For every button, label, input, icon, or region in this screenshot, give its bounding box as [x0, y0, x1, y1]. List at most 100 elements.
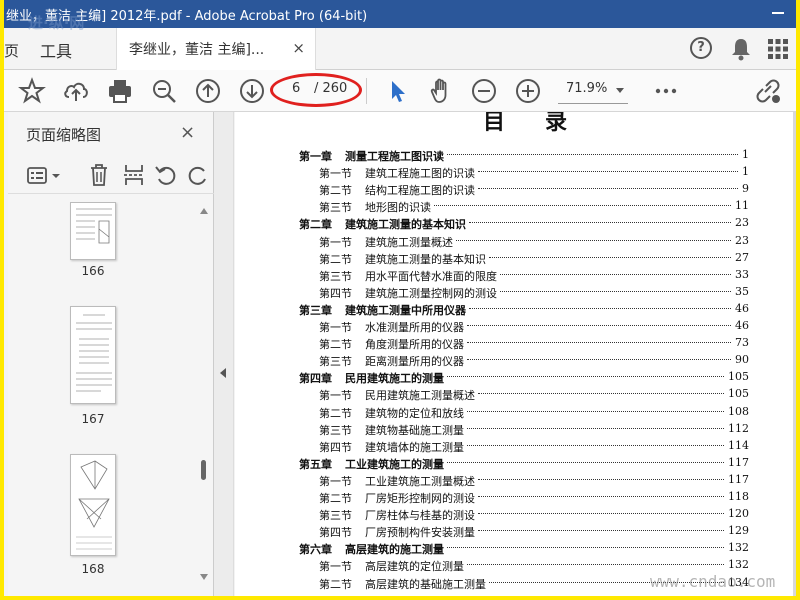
toc-section-row[interactable]: 第四节 厂房预制构件安装测量 129	[235, 524, 793, 541]
share-link-icon[interactable]	[754, 77, 782, 105]
more-options-icon[interactable]	[652, 77, 680, 105]
toc-page-number: 35	[735, 284, 749, 298]
thumbnail-page-167[interactable]	[70, 306, 116, 404]
toc-leader-dots	[447, 376, 724, 378]
bookmark-star-icon[interactable]	[18, 77, 46, 105]
toc-entry-number: 第四节	[319, 526, 352, 540]
toc-section-row[interactable]: 第三节 距离测量所用的仪器 90	[235, 353, 793, 370]
bell-icon[interactable]	[730, 37, 752, 61]
thumbnail-options-icon[interactable]	[26, 164, 62, 188]
toc-leader-dots	[467, 427, 724, 429]
toc-page-number: 33	[735, 267, 749, 281]
scrollbar-thumb[interactable]	[201, 460, 206, 480]
rotate-left-icon[interactable]	[154, 163, 178, 187]
scroll-up-icon[interactable]	[200, 208, 208, 214]
toc-section-row[interactable]: 第二节 建筑施工测量的基本知识 27	[235, 251, 793, 268]
toc-section-row[interactable]: 第四节 建筑墙体的施工测量 114	[235, 439, 793, 456]
toc-entry-title: 角度测量所用的仪器	[365, 338, 464, 352]
toc-entry-number: 第四节	[319, 286, 352, 300]
toc-page-number: 46	[735, 319, 749, 332]
toc-section-row[interactable]: 第三节 厂房柱体与桂基的测设 120	[235, 507, 793, 524]
toc-entry-number: 第三节	[319, 509, 352, 523]
toc-section-row[interactable]: 第三节 用水平面代替水准面的限度 33	[235, 268, 793, 285]
zoom-out-icon[interactable]	[470, 77, 498, 105]
toc-section-row[interactable]: 第二节 角度测量所用的仪器 73	[235, 336, 793, 353]
watermark-logo: 进·纵·网	[28, 14, 85, 32]
thumbnail-scrollbar[interactable]	[200, 208, 208, 580]
toc-entry-title: 用水平面代替水准面的限度	[365, 269, 497, 283]
toc-page-number: 132	[728, 558, 749, 572]
toc-page-number: 27	[735, 250, 749, 264]
toc-entry-title: 距离测量所用的仪器	[365, 355, 464, 369]
trash-icon[interactable]	[88, 162, 110, 188]
extract-pages-icon[interactable]	[122, 162, 146, 188]
toc-page-number: 73	[735, 336, 749, 350]
toc-entry-title: 民用建筑施工的测量	[345, 372, 444, 386]
toc-page-number: 120	[728, 507, 749, 521]
toc-section-row[interactable]: 第三节 建筑物基础施工测量 112	[235, 422, 793, 439]
toc-section-row[interactable]: 第一节 建筑工程施工图的识读 1	[235, 165, 793, 182]
minimize-button[interactable]	[772, 12, 784, 14]
panel-title: 页面缩略图	[26, 126, 102, 144]
toc-section-row[interactable]: 第二节 建筑物的定位和放线 108	[235, 405, 793, 422]
thumbnail-page-168[interactable]	[70, 454, 116, 556]
apps-grid-icon[interactable]	[768, 39, 788, 59]
toc-entry-title: 建筑施工测量控制网的测设	[365, 286, 497, 300]
rotate-right-icon[interactable]	[186, 163, 206, 187]
help-icon[interactable]: ?	[690, 37, 712, 59]
print-icon[interactable]	[106, 77, 134, 105]
toc-page-number: 90	[735, 353, 749, 367]
toc-section-row[interactable]: 第二节 厂房矩形控制网的测设 118	[235, 490, 793, 507]
cloud-upload-icon[interactable]	[62, 77, 90, 105]
tab-tools[interactable]: 工具	[40, 38, 72, 62]
panel-collapse-strip[interactable]	[214, 112, 234, 596]
zoom-in-icon[interactable]	[514, 77, 542, 105]
toc-section-row[interactable]: 第四节 建筑施工测量控制网的测设 35	[235, 285, 793, 302]
thumbnail-page-166[interactable]	[70, 202, 116, 260]
next-page-icon[interactable]	[238, 77, 266, 105]
toc-section-row[interactable]: 第三节 地形图的识读 11	[235, 199, 793, 216]
scroll-down-icon[interactable]	[200, 574, 208, 580]
toc-chapter-row[interactable]: 第二章 建筑施工测量的基本知识 23	[235, 216, 793, 233]
toc-chapter-row[interactable]: 第五章 工业建筑施工的测量 117	[235, 456, 793, 473]
toc-section-row[interactable]: 第一节 民用建筑施工测量概述 105	[235, 387, 793, 404]
toc-entry-title: 工业建筑施工的测量	[345, 457, 444, 471]
toc-leader-dots	[447, 154, 738, 155]
toc-page-number: 114	[728, 438, 749, 452]
toc-chapter-row[interactable]: 第六章 高层建筑的施工测量 132	[235, 541, 793, 558]
toc-entry-number: 第一节	[319, 167, 352, 181]
toc-chapter-row[interactable]: 第一章 测量工程施工图识读 1	[235, 148, 793, 165]
toc-page-number: 11	[735, 199, 749, 213]
toc-section-row[interactable]: 第二节 结构工程施工图的识读 9	[235, 182, 793, 199]
toc-chapter-row[interactable]: 第三章 建筑施工测量中所用仪器 46	[235, 302, 793, 319]
tab-home[interactable]: 页	[4, 40, 19, 61]
select-cursor-icon[interactable]	[384, 77, 412, 105]
tab-close-button[interactable]: ×	[292, 39, 305, 57]
toc-page-number: 1	[742, 148, 749, 161]
toc-entry-number: 第二章	[299, 218, 332, 232]
toc-entry-title: 测量工程施工图识读	[345, 150, 444, 163]
toc-page-number: 1	[742, 165, 749, 179]
toc-chapter-row[interactable]: 第四章 民用建筑施工的测量 105	[235, 370, 793, 387]
document-view[interactable]: 目录 第一章 测量工程施工图识读 1 第一节 建筑工程施工图的识读 1 第二节 结构工程施工图…	[235, 112, 796, 596]
toc-section-row[interactable]: 第一节 工业建筑施工测量概述 117	[235, 473, 793, 490]
toc-leader-dots	[500, 290, 731, 292]
toc-leader-dots	[434, 205, 731, 207]
zoom-level-dropdown[interactable]: 71.9%	[558, 76, 628, 104]
previous-page-icon[interactable]	[194, 77, 222, 105]
toc-leader-dots	[456, 239, 731, 241]
toc-section-row[interactable]: 第一节 建筑施工测量概述 23	[235, 234, 793, 251]
toc-section-row[interactable]: 第一节 水准测量所用的仪器 46	[235, 319, 793, 336]
panel-close-button[interactable]: ×	[180, 122, 195, 143]
toc-leader-dots	[467, 564, 724, 566]
collapse-arrow-icon[interactable]	[220, 368, 226, 378]
toc-entry-title: 建筑工程施工图的识读	[365, 167, 475, 181]
thumbnail-label: 166	[81, 264, 105, 278]
title-bar: 继业，董洁 主编] 2012年.pdf - Adobe Acrobat Pro …	[4, 0, 796, 28]
toc-page-number: 105	[728, 370, 749, 384]
toc-entry-title: 建筑施工测量的基本知识	[345, 218, 466, 232]
search-zoom-icon[interactable]	[150, 77, 178, 105]
hand-tool-icon[interactable]	[426, 77, 454, 105]
toc-entry-number: 第六章	[299, 543, 332, 557]
tab-document[interactable]: 李继业，董洁 主编]... ×	[116, 28, 316, 70]
